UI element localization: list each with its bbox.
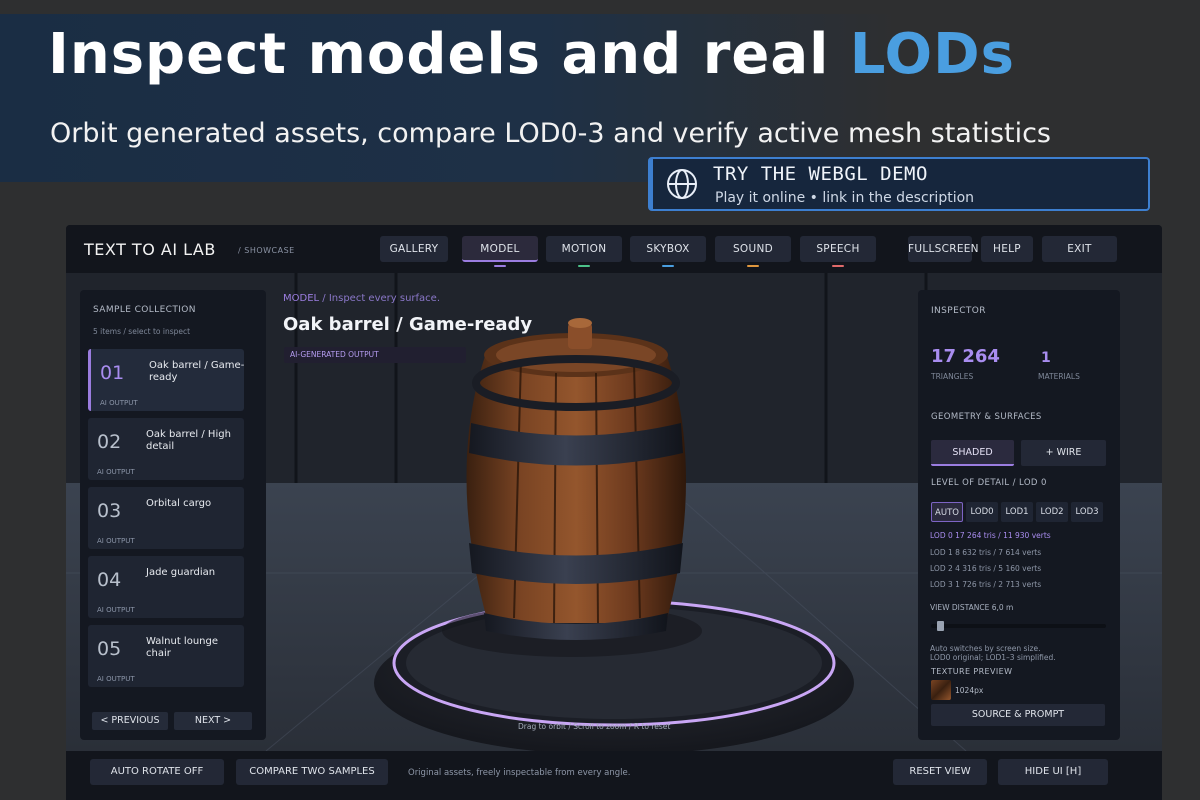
model-viewport[interactable]: MODEL / Inspect every surface. Oak barre… — [66, 273, 1162, 751]
hero-title-main: Inspect models and real — [48, 22, 850, 87]
lod-row: LOD 2 4 316 tris / 5 160 verts — [930, 564, 1042, 573]
texture-size: 1024px — [955, 686, 984, 695]
tab-speech-indicator — [832, 265, 844, 267]
next-button[interactable]: NEXT > — [174, 712, 252, 730]
lod1-button[interactable]: LOD1 — [1001, 502, 1033, 522]
sample-number: 05 — [97, 638, 122, 660]
triangles-label: TRIANGLES — [931, 372, 974, 381]
sample-tag: AI OUTPUT — [97, 606, 135, 614]
sample-name: Walnut lounge chair — [146, 636, 219, 659]
slider-handle[interactable] — [937, 621, 944, 631]
lod-row: LOD 0 17 264 tris / 11 930 verts — [930, 531, 1051, 540]
sample-name: Oak barrel / Game-ready — [149, 360, 245, 383]
model-title: Oak barrel / Game-ready — [283, 314, 533, 335]
app-window: TEXT TO AI LAB / SHOWCASE GALLERY MODEL … — [66, 225, 1162, 800]
tab-motion[interactable]: MOTION — [546, 236, 622, 262]
list-item[interactable]: 02 Oak barrel / High detail AI OUTPUT — [88, 418, 244, 480]
help-button[interactable]: HELP — [981, 236, 1033, 262]
tab-skybox[interactable]: SKYBOX — [630, 236, 706, 262]
view-distance-slider[interactable] — [931, 621, 1106, 631]
tab-sound[interactable]: SOUND — [715, 236, 791, 262]
bottom-bar: AUTO ROTATE OFF COMPARE TWO SAMPLES Orig… — [66, 751, 1162, 800]
geometry-heading: GEOMETRY & SURFACES — [931, 412, 1042, 422]
tab-speech[interactable]: SPEECH — [800, 236, 876, 262]
tab-gallery[interactable]: GALLERY — [380, 236, 448, 262]
lod-auto-button[interactable]: AUTO — [931, 502, 963, 522]
webgl-demo-callout[interactable]: TRY THE WEBGL DEMO Play it online • link… — [648, 157, 1150, 211]
tab-model[interactable]: MODEL — [462, 236, 538, 262]
lod3-button[interactable]: LOD3 — [1071, 502, 1103, 522]
sample-tag: AI OUTPUT — [100, 399, 138, 407]
hero-title-accent: LODs — [849, 22, 1015, 87]
fullscreen-button[interactable]: FULLSCREEN — [908, 236, 979, 262]
materials-value: 1 — [1041, 350, 1051, 366]
list-item[interactable]: 04 Jade guardian AI OUTPUT — [88, 556, 244, 618]
exit-button[interactable]: EXIT — [1042, 236, 1117, 262]
sample-number: 01 — [100, 362, 125, 384]
tab-motion-indicator — [578, 265, 590, 267]
lod0-button[interactable]: LOD0 — [966, 502, 998, 522]
sample-tag: AI OUTPUT — [97, 675, 135, 683]
reset-view-button[interactable]: RESET VIEW — [893, 759, 987, 785]
triangles-value: 17 264 — [931, 346, 1000, 367]
sample-name: Jade guardian — [146, 567, 216, 578]
brand-subtitle: / SHOWCASE — [238, 246, 295, 255]
sample-tag: AI OUTPUT — [97, 537, 135, 545]
ai-output-badge: AI-GENERATED OUTPUT — [284, 347, 466, 363]
sample-tag: AI OUTPUT — [97, 468, 135, 476]
hide-ui-button[interactable]: HIDE UI [H] — [998, 759, 1108, 785]
source-prompt-button[interactable]: SOURCE & PROMPT — [931, 704, 1105, 726]
texture-heading: TEXTURE PREVIEW — [931, 667, 1013, 676]
hero-title: Inspect models and real LODs — [48, 22, 1015, 87]
previous-button[interactable]: < PREVIOUS — [92, 712, 168, 730]
demo-subtitle: Play it online • link in the description — [715, 190, 975, 206]
sample-number: 04 — [97, 569, 122, 591]
materials-label: MATERIALS — [1038, 372, 1080, 381]
sample-collection-meta: 5 items / select to inspect — [93, 327, 191, 336]
view-distance-label: VIEW DISTANCE 6,0 m — [930, 603, 1014, 612]
compare-samples-button[interactable]: COMPARE TWO SAMPLES — [236, 759, 388, 785]
sample-number: 03 — [97, 500, 122, 522]
wire-button[interactable]: + WIRE — [1021, 440, 1106, 466]
list-item[interactable]: 05 Walnut lounge chair AI OUTPUT — [88, 625, 244, 687]
breadcrumb-section[interactable]: MODEL — [283, 293, 319, 304]
top-bar: TEXT TO AI LAB / SHOWCASE GALLERY MODEL … — [66, 225, 1162, 273]
lod-note-1: Auto switches by screen size. — [930, 644, 1041, 653]
lod-note-2: LOD0 original; LOD1–3 simplified. — [930, 653, 1056, 662]
breadcrumb-rest: / Inspect every surface. — [322, 293, 440, 304]
globe-icon — [667, 169, 697, 199]
demo-title: TRY THE WEBGL DEMO — [713, 163, 928, 185]
lod-heading: LEVEL OF DETAIL / LOD 0 — [931, 478, 1047, 488]
auto-rotate-toggle[interactable]: AUTO ROTATE OFF — [90, 759, 224, 785]
sample-collection-panel: SAMPLE COLLECTION 5 items / select to in… — [80, 290, 266, 740]
lod-row: LOD 3 1 726 tris / 2 713 verts — [930, 580, 1042, 589]
inspector-panel: INSPECTOR 17 264 TRIANGLES 1 MATERIALS G… — [918, 290, 1120, 740]
viewport-hint: Drag to orbit / Scroll to zoom / R to re… — [518, 722, 671, 731]
tab-skybox-indicator — [662, 265, 674, 267]
brand-title: TEXT TO AI LAB — [84, 240, 216, 259]
hero-subtitle: Orbit generated assets, compare LOD0-3 a… — [50, 118, 1052, 149]
bottom-caption: Original assets, freely inspectable from… — [408, 768, 631, 778]
sample-name: Orbital cargo — [146, 498, 212, 509]
tab-sound-indicator — [747, 265, 759, 267]
sample-collection-heading: SAMPLE COLLECTION — [93, 305, 196, 315]
inspector-heading: INSPECTOR — [931, 306, 986, 316]
texture-thumbnail[interactable] — [931, 680, 951, 700]
tab-model-indicator — [494, 265, 506, 267]
breadcrumb: MODEL / Inspect every surface. — [283, 293, 440, 304]
lod2-button[interactable]: LOD2 — [1036, 502, 1068, 522]
lod-row: LOD 1 8 632 tris / 7 614 verts — [930, 548, 1042, 557]
sample-name: Oak barrel / High detail — [146, 429, 231, 452]
shaded-button[interactable]: SHADED — [931, 440, 1014, 466]
sample-number: 02 — [97, 431, 122, 453]
list-item[interactable]: 01 Oak barrel / Game-ready AI OUTPUT — [88, 349, 244, 411]
list-item[interactable]: 03 Orbital cargo AI OUTPUT — [88, 487, 244, 549]
